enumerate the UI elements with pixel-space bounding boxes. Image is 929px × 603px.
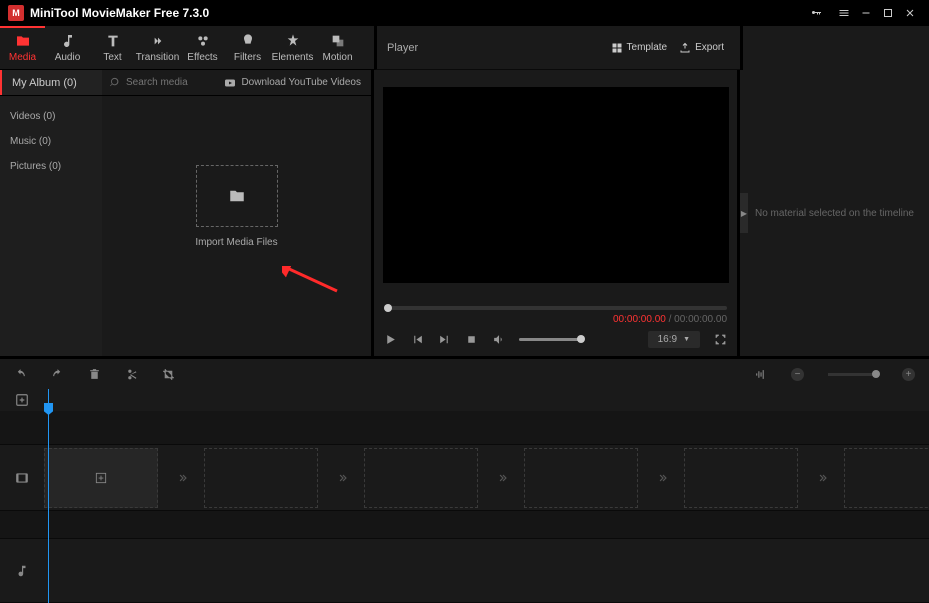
- add-track-button[interactable]: [0, 393, 44, 407]
- tab-filters[interactable]: Filters: [225, 26, 270, 70]
- youtube-icon: [224, 77, 236, 89]
- next-frame-button[interactable]: [438, 333, 451, 346]
- volume-button[interactable]: [492, 333, 505, 346]
- crop-button[interactable]: [162, 368, 175, 381]
- search-box[interactable]: [102, 77, 224, 88]
- maximize-button[interactable]: [877, 2, 899, 24]
- video-track[interactable]: [0, 445, 929, 511]
- app-logo-icon: M: [8, 5, 24, 21]
- player-title: Player: [387, 42, 605, 54]
- window-title: MiniTool MovieMaker Free 7.3.0: [30, 6, 805, 20]
- tab-elements[interactable]: Elements: [270, 26, 315, 70]
- motion-icon: [330, 32, 346, 50]
- stop-button[interactable]: [465, 333, 478, 346]
- annotation-arrow-icon: [282, 266, 342, 296]
- menu-icon[interactable]: [833, 2, 855, 24]
- template-button[interactable]: Template: [605, 38, 674, 58]
- zoom-slider[interactable]: [828, 373, 878, 376]
- play-button[interactable]: [384, 333, 397, 346]
- media-sidebar: Videos (0) Music (0) Pictures (0): [0, 96, 102, 356]
- text-icon: [105, 32, 121, 50]
- media-panel: My Album (0) Download YouTube Videos Vid…: [0, 70, 374, 356]
- tab-text[interactable]: Text: [90, 26, 135, 70]
- clip-slot[interactable]: [524, 448, 638, 508]
- player-header: Player Template Export: [374, 26, 740, 70]
- zoom-out-button[interactable]: −: [791, 368, 804, 381]
- tab-audio[interactable]: Audio: [45, 26, 90, 70]
- video-preview[interactable]: [383, 87, 729, 283]
- audio-track[interactable]: [0, 539, 929, 603]
- search-icon: [110, 77, 121, 88]
- main-toolbar: Media Audio Text Transition Effects Filt…: [0, 26, 374, 70]
- prev-frame-button[interactable]: [411, 333, 424, 346]
- album-label[interactable]: My Album (0): [0, 70, 102, 95]
- download-youtube-link[interactable]: Download YouTube Videos: [224, 77, 371, 89]
- export-button[interactable]: Export: [673, 38, 730, 58]
- clip-slot[interactable]: [684, 448, 798, 508]
- search-input[interactable]: [126, 77, 216, 88]
- properties-panel: ▶ No material selected on the timeline: [740, 70, 929, 356]
- transition-slot[interactable]: [482, 471, 524, 485]
- time-display: 00:00:00.00 / 00:00:00.00: [384, 314, 727, 325]
- timeline-area: − +: [0, 356, 929, 603]
- music-note-icon: [60, 32, 76, 50]
- key-icon[interactable]: [805, 2, 827, 24]
- title-bar: M MiniTool MovieMaker Free 7.3.0: [0, 0, 929, 26]
- redo-button[interactable]: [51, 368, 64, 381]
- volume-slider[interactable]: [519, 338, 581, 341]
- tab-motion[interactable]: Motion: [315, 26, 360, 70]
- elements-icon: [285, 32, 301, 50]
- import-label: Import Media Files: [195, 237, 277, 248]
- clip-slot[interactable]: [844, 448, 929, 508]
- video-track-icon: [0, 445, 44, 510]
- folder-icon: [226, 187, 248, 205]
- tab-effects[interactable]: Effects: [180, 26, 225, 70]
- transition-slot[interactable]: [802, 471, 844, 485]
- chevron-down-icon: ▼: [683, 336, 690, 343]
- audio-wave-icon[interactable]: [754, 368, 767, 381]
- delete-button[interactable]: [88, 368, 101, 381]
- transition-slot[interactable]: [322, 471, 364, 485]
- sidebar-item-music[interactable]: Music (0): [0, 129, 102, 154]
- folder-icon: [15, 32, 31, 50]
- playhead[interactable]: [48, 389, 49, 603]
- import-media-box[interactable]: [196, 165, 278, 227]
- aspect-ratio-select[interactable]: 16:9 ▼: [648, 331, 700, 348]
- minimize-button[interactable]: [855, 2, 877, 24]
- effects-icon: [195, 32, 211, 50]
- collapse-panel-button[interactable]: ▶: [740, 193, 748, 233]
- audio-track-icon: [0, 539, 44, 602]
- timeline-toolbar: − +: [0, 359, 929, 389]
- tab-transition[interactable]: Transition: [135, 26, 180, 70]
- clip-slot[interactable]: [204, 448, 318, 508]
- transition-slot[interactable]: [162, 471, 204, 485]
- transition-slot[interactable]: [642, 471, 684, 485]
- empty-state-text: No material selected on the timeline: [755, 208, 914, 219]
- filters-icon: [240, 32, 256, 50]
- zoom-in-button[interactable]: +: [902, 368, 915, 381]
- split-button[interactable]: [125, 368, 138, 381]
- undo-button[interactable]: [14, 368, 27, 381]
- clip-slot[interactable]: [364, 448, 478, 508]
- tab-media[interactable]: Media: [0, 26, 45, 70]
- close-button[interactable]: [899, 2, 921, 24]
- progress-bar[interactable]: [384, 306, 727, 310]
- player-panel: 00:00:00.00 / 00:00:00.00 16:9 ▼: [374, 70, 740, 356]
- clip-slot[interactable]: [44, 448, 158, 508]
- fullscreen-button[interactable]: [714, 333, 727, 346]
- sidebar-item-videos[interactable]: Videos (0): [0, 104, 102, 129]
- sidebar-item-pictures[interactable]: Pictures (0): [0, 154, 102, 179]
- transition-icon: [150, 32, 166, 50]
- media-drop-area[interactable]: Import Media Files: [102, 96, 371, 356]
